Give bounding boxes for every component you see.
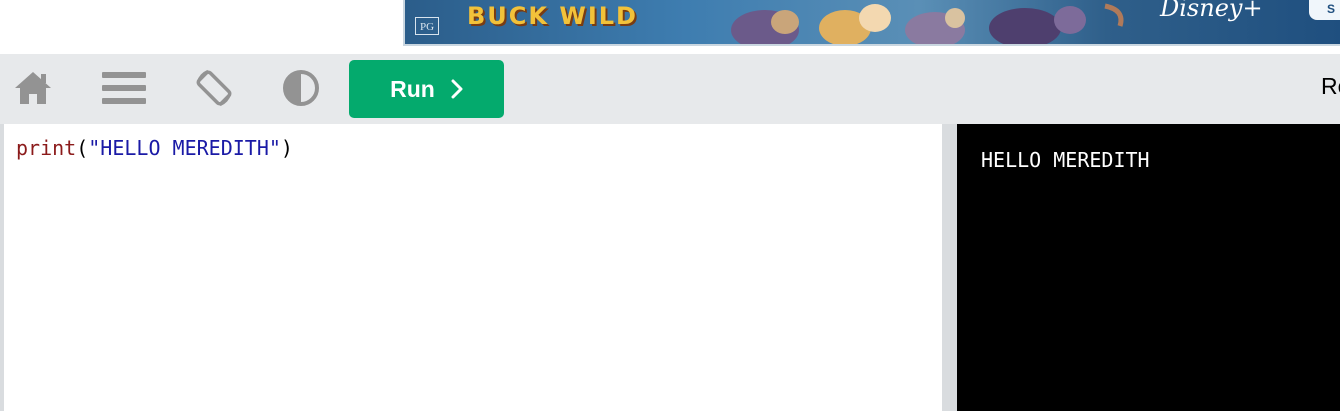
toolbar: Run Re xyxy=(0,54,1340,124)
output-text: HELLO MEREDITH xyxy=(981,148,1150,172)
code-string-token: "HELLO MEREDITH" xyxy=(88,136,281,160)
ad-brand-logo: Disney+ xyxy=(1160,0,1263,22)
ad-cta-button[interactable]: S xyxy=(1309,0,1340,20)
contrast-icon[interactable] xyxy=(279,66,323,110)
ad-artwork xyxy=(731,3,1124,44)
chevron-right-icon xyxy=(451,79,463,99)
ad-title: BUCK WILD xyxy=(467,2,638,30)
rotate-screen-icon[interactable] xyxy=(192,66,236,110)
code-editor[interactable]: print("HELLO MEREDITH") xyxy=(4,124,942,411)
menu-icon[interactable] xyxy=(102,66,146,110)
home-icon[interactable] xyxy=(11,66,55,110)
ad-area: PG BUCK WILD Disney+ S xyxy=(0,0,1340,54)
code-function-token: print xyxy=(16,136,77,160)
code-open-paren: ( xyxy=(76,136,89,160)
ad-banner[interactable]: PG BUCK WILD Disney+ S xyxy=(403,0,1340,46)
run-button-label: Run xyxy=(390,75,435,102)
run-button[interactable]: Run xyxy=(349,60,504,118)
toolbar-right-text[interactable]: Re xyxy=(1321,73,1340,100)
output-console: HELLO MEREDITH xyxy=(957,124,1340,411)
code-close-paren: ) xyxy=(280,136,293,160)
ad-rating-badge: PG xyxy=(415,17,439,35)
workspace: print("HELLO MEREDITH") HELLO MEREDITH xyxy=(0,124,1340,411)
